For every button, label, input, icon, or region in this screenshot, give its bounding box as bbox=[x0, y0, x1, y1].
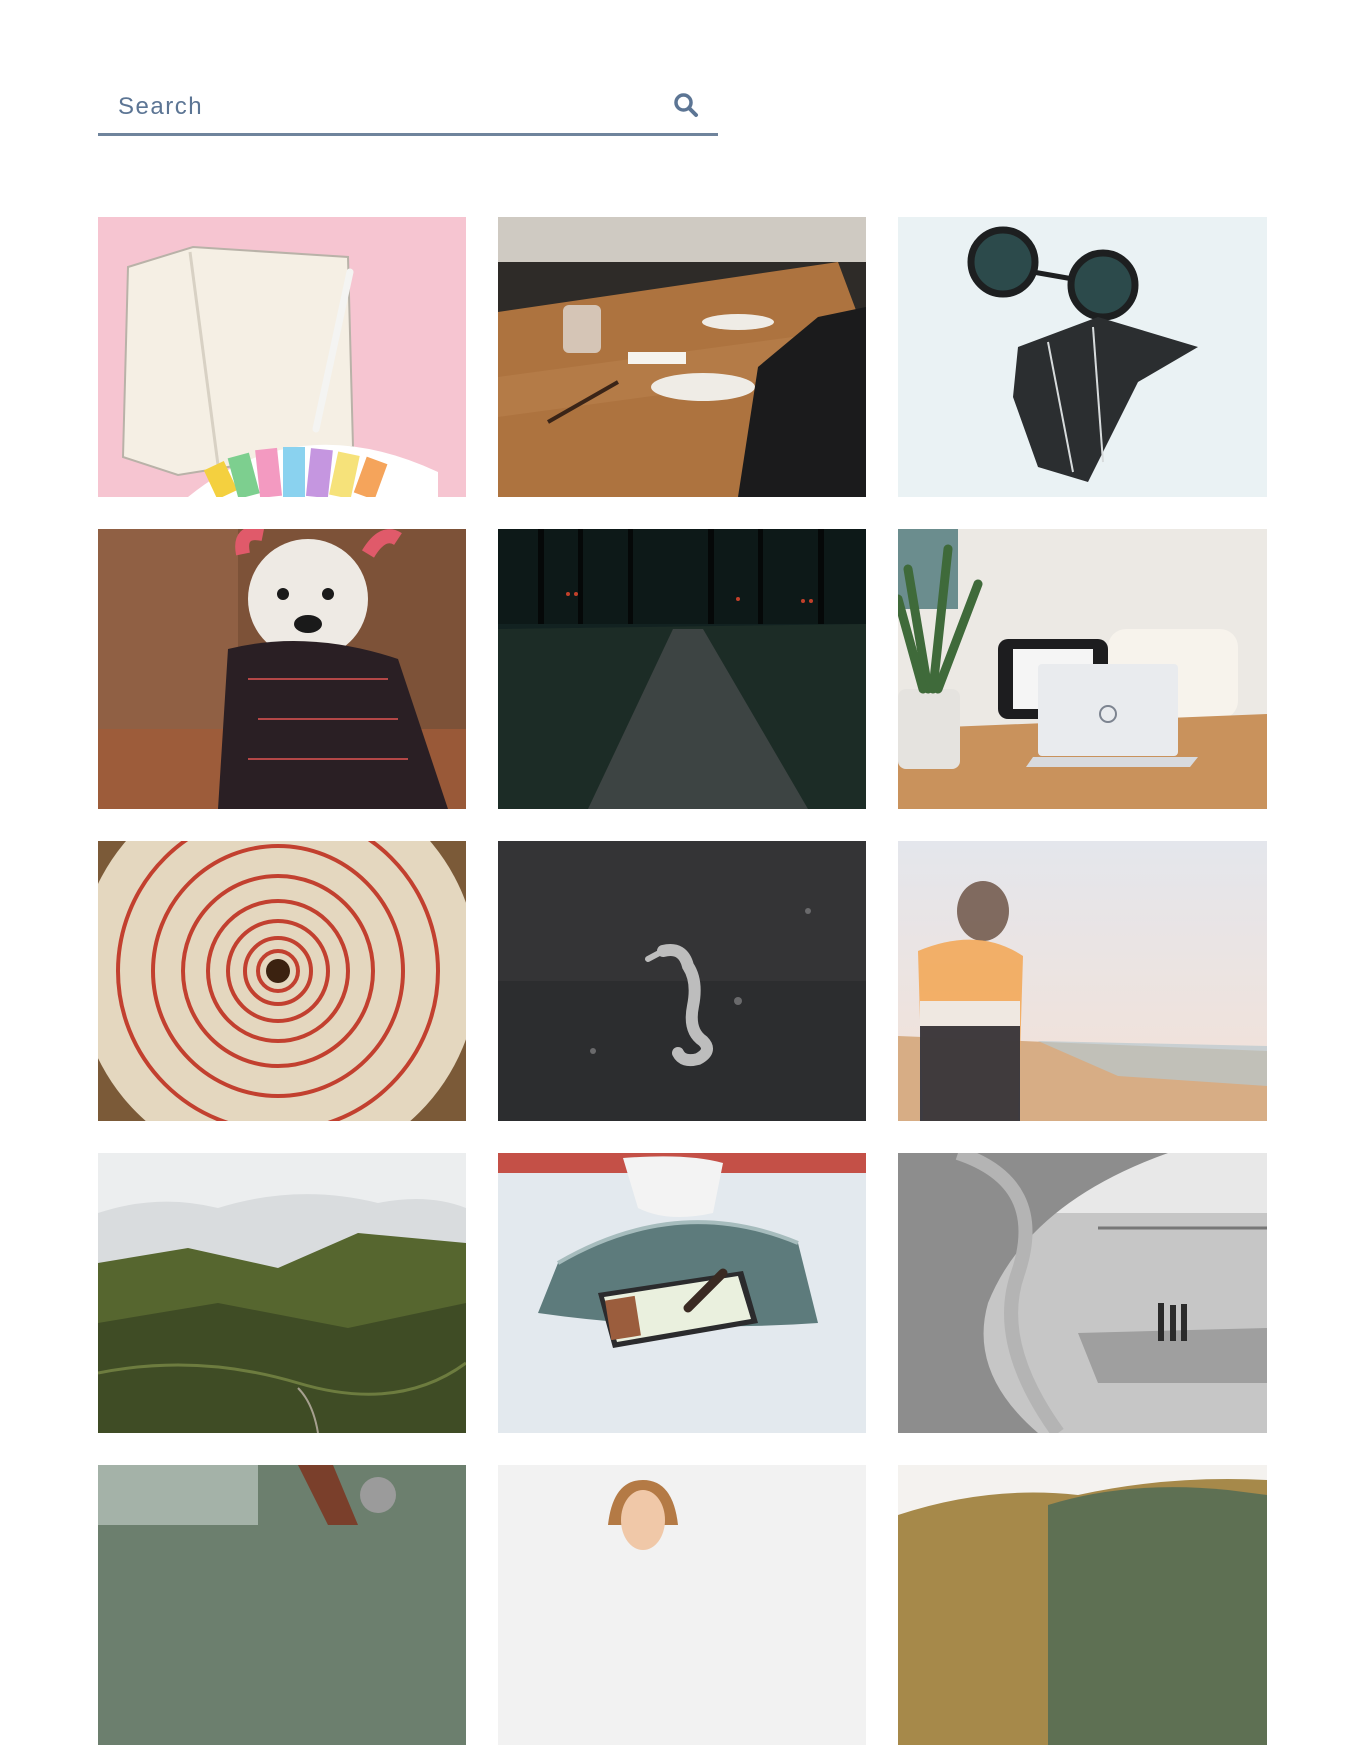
photo-tile[interactable] bbox=[498, 1465, 866, 1745]
photo-dining-table bbox=[498, 217, 866, 497]
photo-beach-person bbox=[898, 841, 1267, 1121]
photo-tile[interactable] bbox=[98, 529, 466, 809]
photo-tile[interactable] bbox=[98, 841, 466, 1121]
photo-seahorse bbox=[498, 841, 866, 1121]
search-bar bbox=[98, 80, 718, 136]
photo-tile[interactable] bbox=[898, 841, 1267, 1121]
photo-tile[interactable] bbox=[98, 1153, 466, 1433]
photo-tile[interactable] bbox=[898, 1465, 1267, 1745]
photo-koala bbox=[98, 1465, 466, 1745]
photo-woman-portrait bbox=[498, 1465, 866, 1745]
photo-laptop-plant bbox=[898, 529, 1267, 809]
photo-tile[interactable] bbox=[98, 1465, 466, 1745]
photo-dog bbox=[98, 529, 466, 809]
photo-grid bbox=[98, 217, 1268, 1745]
photo-tile[interactable] bbox=[898, 529, 1267, 809]
photo-tile[interactable] bbox=[98, 217, 466, 497]
search-button[interactable] bbox=[666, 88, 706, 122]
photo-tile[interactable] bbox=[498, 1153, 866, 1433]
photo-tile[interactable] bbox=[498, 841, 866, 1121]
photo-green-hills bbox=[98, 1153, 466, 1433]
photo-tile[interactable] bbox=[898, 1153, 1267, 1433]
photo-architecture bbox=[898, 1153, 1267, 1433]
photo-goggles-mask bbox=[898, 217, 1267, 497]
photo-spiral-staircase bbox=[98, 841, 466, 1121]
photo-tile[interactable] bbox=[898, 217, 1267, 497]
photo-tile[interactable] bbox=[498, 217, 866, 497]
search-input[interactable] bbox=[98, 80, 678, 133]
photo-notebook bbox=[98, 217, 466, 497]
photo-tablet-on-bed bbox=[498, 1153, 866, 1433]
photo-autumn-hills bbox=[898, 1465, 1267, 1745]
search-icon bbox=[674, 93, 698, 117]
photo-tile[interactable] bbox=[498, 529, 866, 809]
photo-forest-path bbox=[498, 529, 866, 809]
